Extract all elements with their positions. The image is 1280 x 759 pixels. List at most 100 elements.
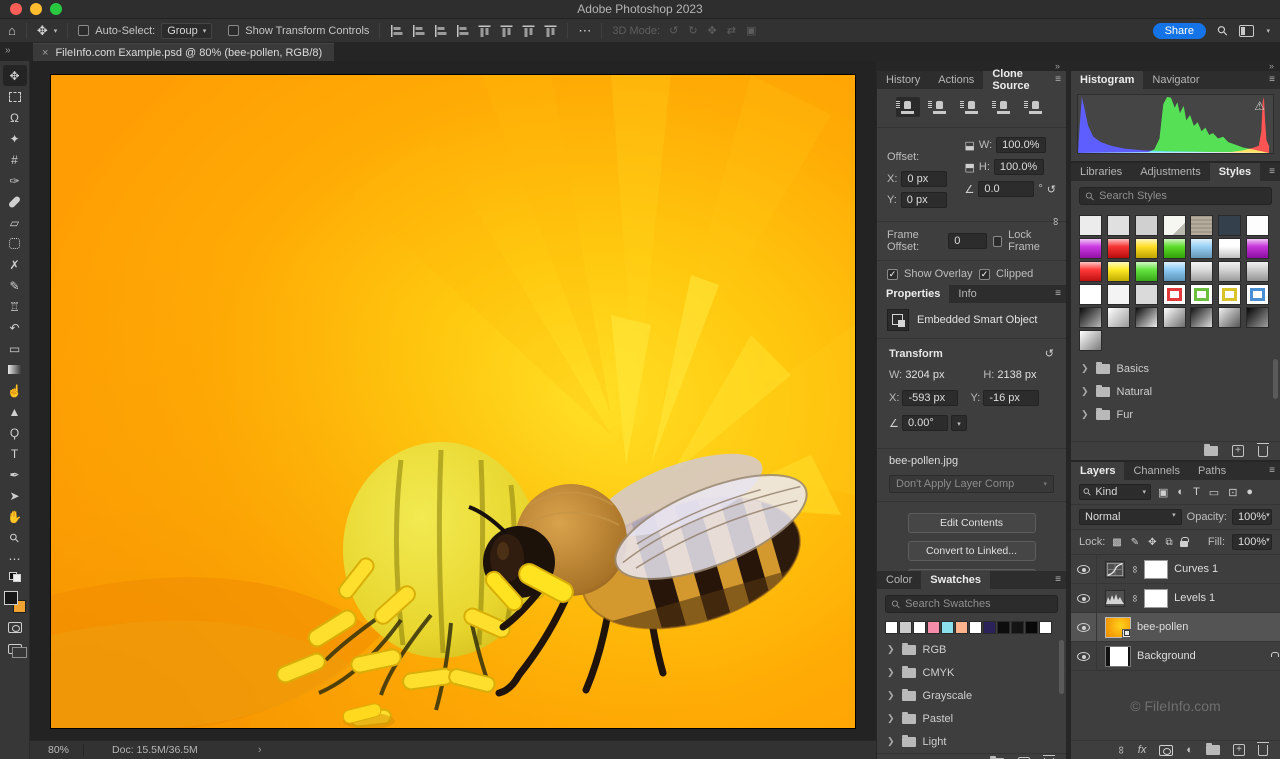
tab-swatches[interactable]: Swatches — [921, 571, 991, 589]
style-preset[interactable] — [1218, 307, 1242, 328]
filter-pixel-layers-icon[interactable]: ▣ — [1158, 486, 1168, 499]
tab-layers[interactable]: Layers — [1071, 462, 1125, 480]
color-swatch[interactable] — [983, 621, 996, 634]
align-bottom-icon[interactable] — [522, 25, 535, 37]
filter-smart-objects-icon[interactable]: ⊡ — [1228, 486, 1237, 499]
swatches-search-input[interactable]: ⚲ Search Swatches — [885, 595, 1058, 613]
lock-artboard-icon[interactable]: ⧉ — [1166, 537, 1173, 548]
collapse-panels-icon[interactable]: » — [1071, 61, 1280, 71]
layer-row-curves-1[interactable]: ∞ Curves 1 — [1071, 555, 1280, 584]
gradient-tool[interactable] — [3, 359, 27, 380]
panel-menu-icon[interactable]: ≡ — [1269, 166, 1275, 177]
panel-menu-icon[interactable]: ≡ — [1055, 574, 1061, 585]
hand-tool[interactable]: ✋ — [3, 506, 27, 527]
style-preset[interactable] — [1190, 307, 1214, 328]
style-preset[interactable] — [1218, 238, 1242, 259]
layer-effects-icon[interactable]: fx — [1138, 744, 1147, 756]
workspace-icon[interactable] — [1239, 24, 1255, 37]
tab-clone-source[interactable]: Clone Source — [983, 68, 1066, 92]
lock-transparency-icon[interactable]: ▩ — [1112, 537, 1121, 548]
color-swatch[interactable] — [1011, 621, 1024, 634]
style-preset[interactable] — [1079, 215, 1102, 236]
patch-tool[interactable]: ▱ — [3, 212, 27, 233]
move-tool-preset-icon[interactable]: ✥ — [37, 24, 48, 37]
close-window-button[interactable] — [10, 3, 22, 15]
screen-mode-button[interactable] — [3, 638, 27, 659]
style-preset[interactable] — [1190, 215, 1214, 236]
color-swatch[interactable] — [955, 621, 968, 634]
show-transform-checkbox[interactable] — [228, 25, 240, 36]
scrollbar[interactable] — [1059, 640, 1064, 694]
color-swatch[interactable] — [927, 621, 940, 634]
type-tool[interactable]: T — [3, 443, 27, 464]
style-preset[interactable] — [1162, 261, 1186, 282]
clone-source-2-button[interactable] — [928, 97, 952, 117]
flip-vertical-icon[interactable]: ⬒ — [965, 161, 975, 174]
align-top-icon[interactable] — [478, 25, 491, 37]
zoom-window-button[interactable] — [50, 3, 62, 15]
lock-frame-checkbox[interactable] — [992, 235, 1003, 247]
align-right-icon[interactable] — [434, 24, 447, 37]
delete-icon[interactable] — [1257, 442, 1269, 457]
style-group-fur[interactable]: ❯ Fur — [1071, 403, 1280, 426]
style-preset[interactable] — [1162, 307, 1186, 328]
clone-stamp-tool[interactable]: ♖ — [3, 296, 27, 317]
adjustment-layer-icon[interactable]: ◐ — [1186, 744, 1193, 756]
tab-paths[interactable]: Paths — [1189, 462, 1235, 480]
crop-tool[interactable]: # — [3, 149, 27, 170]
panel-menu-icon[interactable]: ≡ — [1269, 465, 1275, 476]
style-preset[interactable] — [1106, 238, 1130, 259]
style-group-natural[interactable]: ❯ Natural — [1071, 380, 1280, 403]
clone-x-field[interactable]: 0 px — [901, 171, 948, 187]
tab-history[interactable]: History — [877, 71, 929, 89]
lock-position-icon[interactable]: ✥ — [1148, 537, 1156, 548]
fill-field[interactable]: 100% ▾ — [1232, 534, 1272, 550]
style-preset[interactable] — [1246, 215, 1270, 236]
convert-to-linked-button[interactable]: Convert to Linked... — [907, 541, 1036, 561]
canvas-image[interactable] — [50, 74, 856, 729]
tab-properties[interactable]: Properties — [877, 285, 950, 303]
foreground-color-swatch[interactable] — [3, 591, 18, 605]
style-preset[interactable] — [1190, 284, 1214, 305]
style-preset[interactable] — [1079, 261, 1102, 282]
swatch-group-cmyk[interactable]: ❯ CMYK — [877, 661, 1066, 684]
filter-type-layers-icon[interactable]: T — [1193, 486, 1200, 498]
zoom-level-field[interactable]: 80% — [30, 744, 83, 756]
layer-filter-dropdown[interactable]: ⚲ Kind ▾ — [1079, 484, 1151, 500]
layer-mask-icon[interactable] — [1159, 744, 1174, 756]
filter-adjustment-layers-icon[interactable]: ◐ — [1177, 486, 1184, 498]
default-colors-icon[interactable] — [8, 572, 21, 582]
style-preset[interactable] — [1218, 284, 1242, 305]
layer-thumbnail[interactable] — [1105, 645, 1131, 667]
smudge-tool[interactable]: ☝ — [3, 380, 27, 401]
clone-y-field[interactable]: 0 px — [900, 192, 947, 208]
more-options-icon[interactable]: ⋯ — [578, 24, 591, 37]
edit-toolbar-icon[interactable]: ⋯ — [3, 548, 27, 569]
chevron-down-icon[interactable]: ▾ — [54, 27, 58, 35]
content-aware-move-tool[interactable]: ✗ — [3, 254, 27, 275]
eyedropper-tool[interactable]: ✑ — [3, 170, 27, 191]
reset-angle-icon[interactable]: ↺ — [1047, 183, 1056, 196]
color-swatch[interactable] — [1025, 621, 1038, 634]
swatch-group-pastel[interactable]: ❯ Pastel — [877, 707, 1066, 730]
brush-tool[interactable]: ✎ — [3, 275, 27, 296]
style-preset[interactable] — [1134, 238, 1158, 259]
document-tab[interactable]: × FileInfo.com Example.psd @ 80% (bee-po… — [33, 43, 335, 61]
align-center-h-icon[interactable] — [412, 24, 425, 37]
tab-histogram[interactable]: Histogram — [1071, 71, 1144, 89]
reset-transform-icon[interactable]: ↺ — [1045, 347, 1054, 360]
style-preset[interactable] — [1246, 261, 1270, 282]
toolbar-collapse-icon[interactable]: » — [0, 43, 30, 61]
home-icon[interactable]: ⌂ — [8, 24, 16, 37]
new-group-icon[interactable] — [1206, 743, 1220, 755]
tab-channels[interactable]: Channels — [1124, 462, 1188, 480]
style-group-basics[interactable]: ❯ Basics — [1071, 357, 1280, 380]
visibility-toggle[interactable] — [1071, 613, 1097, 641]
color-swatch[interactable] — [913, 621, 926, 634]
lock-all-icon[interactable] — [1179, 537, 1189, 547]
style-preset[interactable] — [1079, 307, 1102, 328]
tab-styles[interactable]: Styles — [1209, 163, 1261, 181]
panel-menu-icon[interactable]: ≡ — [1269, 74, 1275, 85]
show-overlay-checkbox[interactable]: ✓ — [887, 268, 898, 280]
panel-menu-icon[interactable]: ≡ — [1055, 74, 1061, 85]
